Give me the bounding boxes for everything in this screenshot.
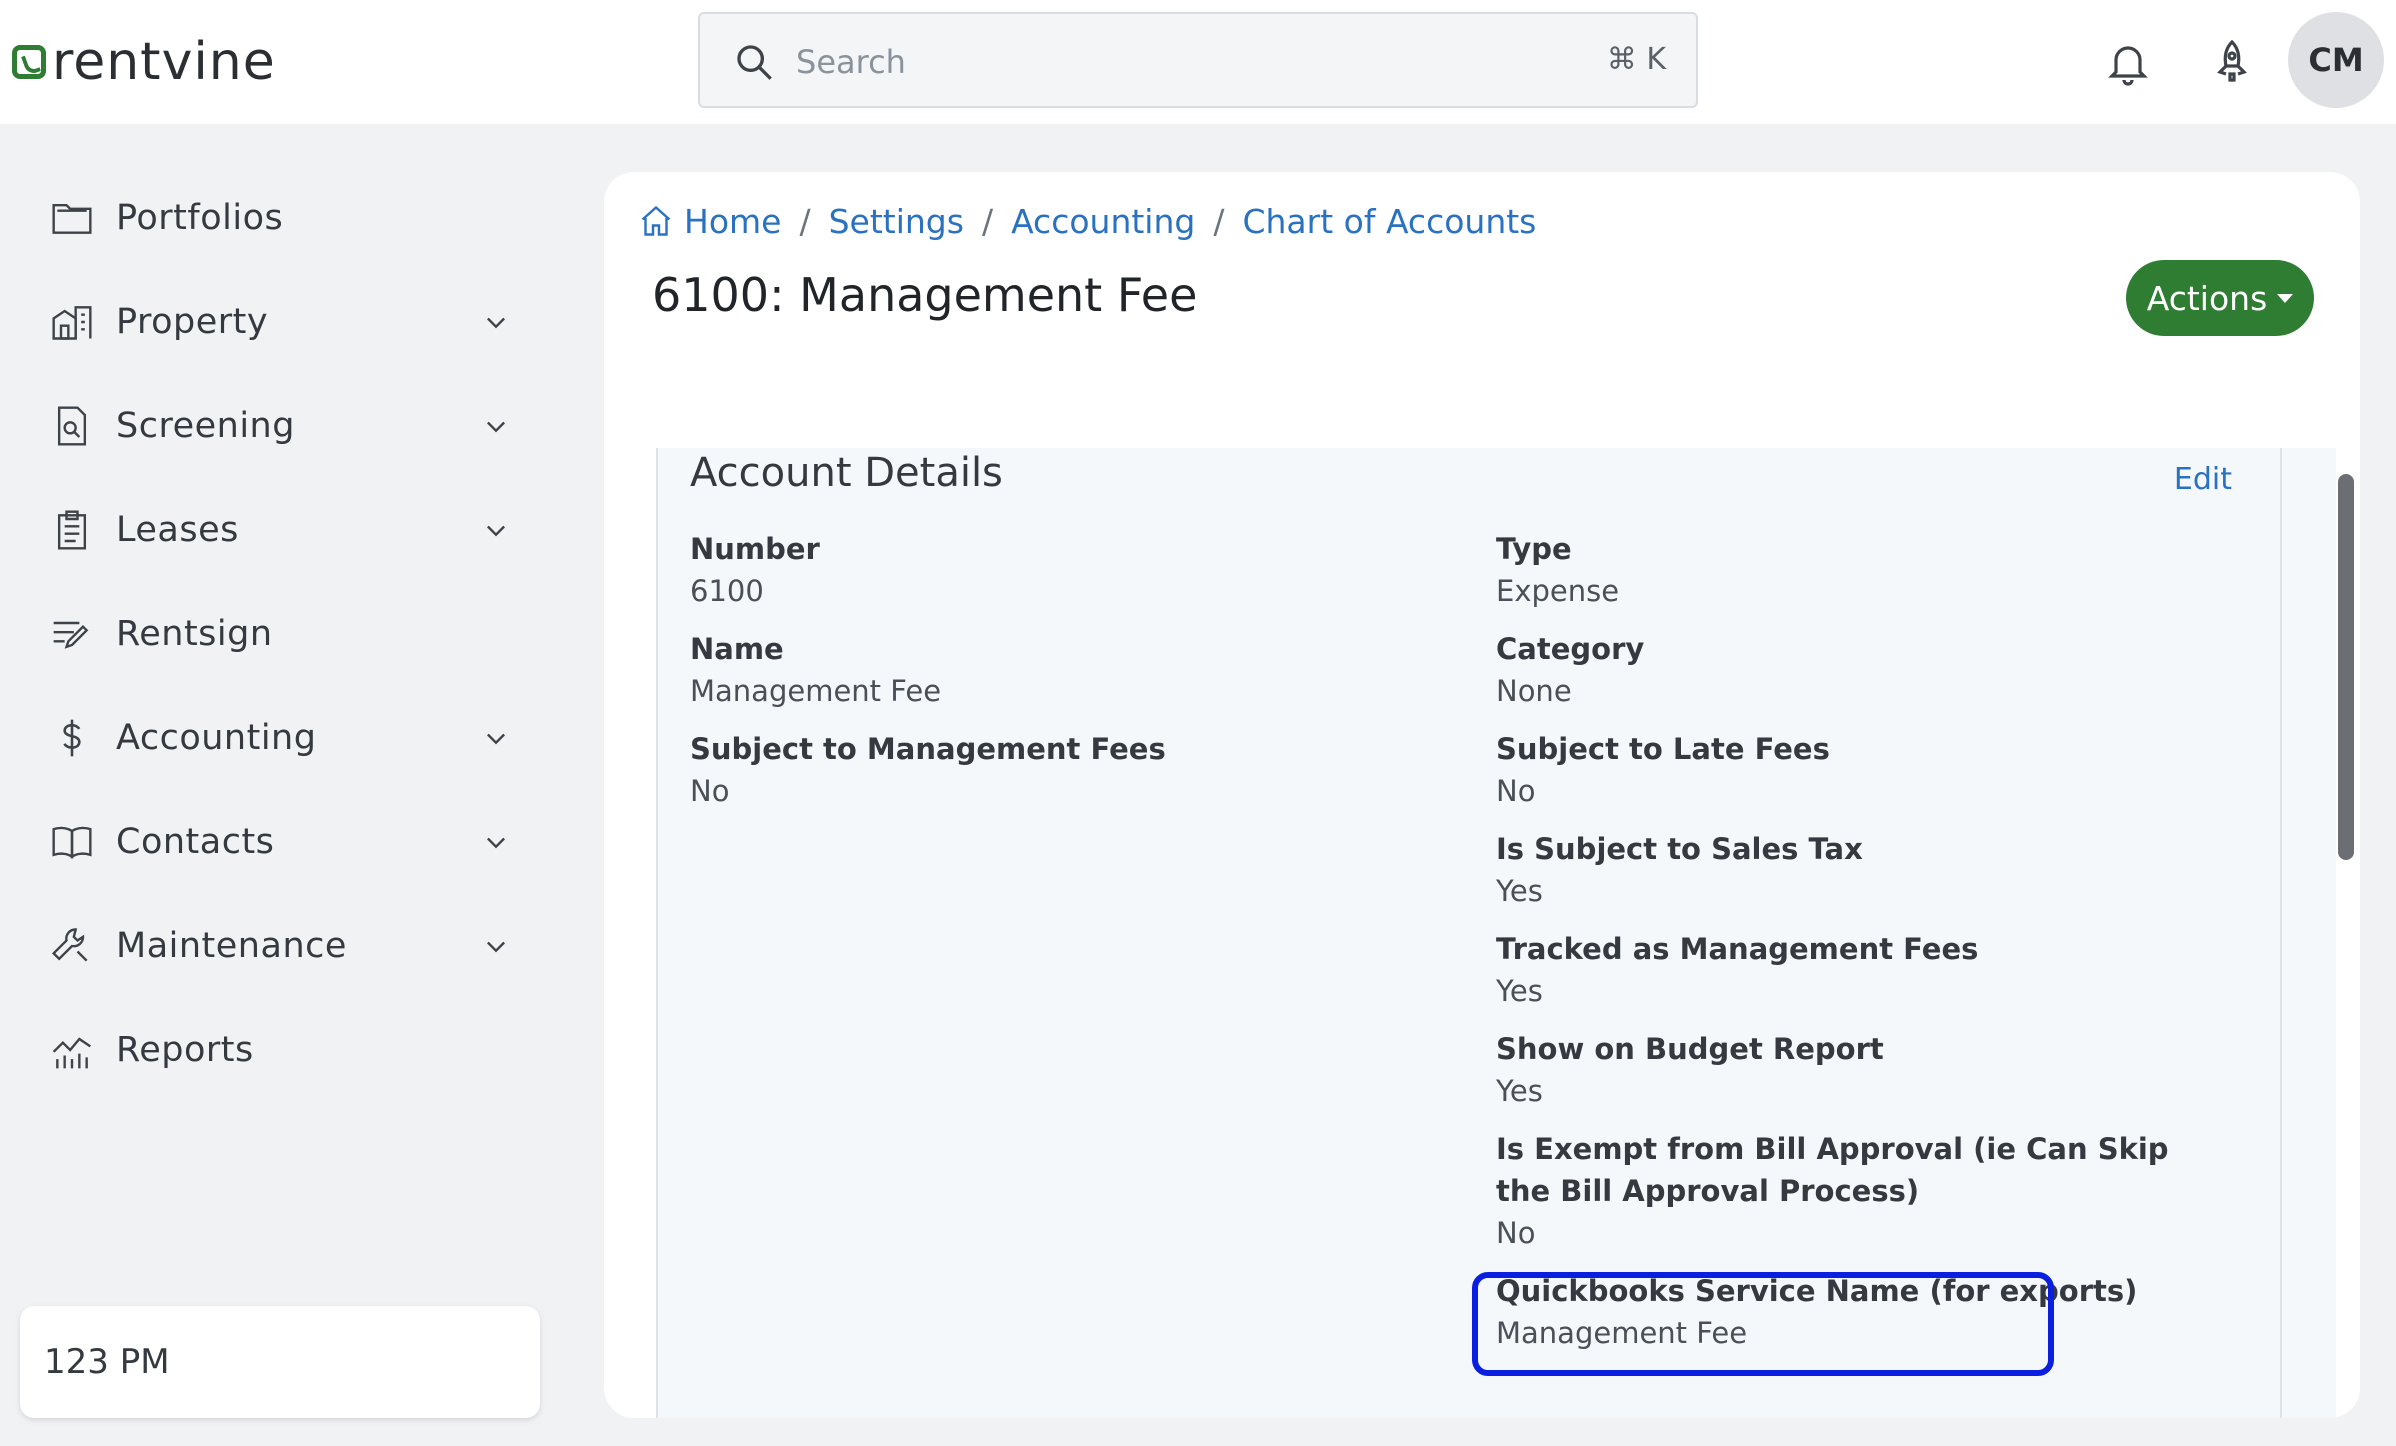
chevron-down-icon[interactable] bbox=[482, 724, 510, 752]
field-value: No bbox=[1496, 774, 1536, 808]
field-label: Type bbox=[1496, 532, 1572, 566]
breadcrumb-settings[interactable]: Settings bbox=[829, 202, 964, 241]
field-label: Is Exempt from Bill Approval (ie Can Ski… bbox=[1496, 1132, 2169, 1208]
home-icon[interactable] bbox=[638, 203, 674, 239]
chevron-down-icon[interactable] bbox=[482, 308, 510, 336]
sidebar-item-label: Rentsign bbox=[116, 614, 273, 654]
chart-icon bbox=[52, 1037, 91, 1069]
search-bar[interactable]: ⌘ K bbox=[698, 12, 1698, 108]
field-value: Management Fee bbox=[690, 674, 942, 708]
field-tracked-management-fees: Tracked as Management Fees Yes bbox=[1496, 928, 2256, 1012]
chevron-down-icon[interactable] bbox=[482, 828, 510, 856]
field-label: Number bbox=[690, 532, 820, 566]
field-value: Yes bbox=[1496, 874, 1543, 908]
field-label: Subject to Management Fees bbox=[690, 732, 1166, 766]
sidebar-item-contacts[interactable]: Contacts bbox=[50, 802, 520, 882]
edit-link[interactable]: Edit bbox=[2174, 462, 2232, 497]
field-label: Show on Budget Report bbox=[1496, 1032, 1884, 1066]
search-icon bbox=[737, 45, 772, 80]
sidebar-item-label: Property bbox=[116, 302, 269, 342]
field-label: Category bbox=[1496, 632, 1645, 666]
field-bill-approval-exempt: Is Exempt from Bill Approval (ie Can Ski… bbox=[1496, 1128, 2216, 1254]
highlight-box bbox=[1472, 1272, 2054, 1376]
field-type: Type Expense bbox=[1496, 528, 2256, 612]
logo-text: rentvine bbox=[52, 32, 276, 92]
field-name: Name Management Fee bbox=[690, 628, 1450, 712]
sidebar-item-portfolios[interactable]: Portfolios bbox=[50, 178, 520, 258]
avatar[interactable]: CM bbox=[2288, 12, 2384, 108]
breadcrumb-chart-of-accounts[interactable]: Chart of Accounts bbox=[1242, 202, 1536, 241]
page-title: 6100: Management Fee bbox=[652, 268, 1198, 322]
field-subject-to-late-fees: Subject to Late Fees No bbox=[1496, 728, 2256, 812]
chevron-down-icon[interactable] bbox=[482, 516, 510, 544]
field-category: Category None bbox=[1496, 628, 2256, 712]
company-switcher[interactable]: 123 PM bbox=[20, 1306, 540, 1418]
top-bar: rentvine ⌘ K CM bbox=[0, 0, 2396, 124]
search-input[interactable] bbox=[796, 36, 1536, 88]
sidebar-item-maintenance[interactable]: Maintenance bbox=[50, 906, 520, 986]
breadcrumb-home[interactable]: Home bbox=[684, 202, 781, 241]
leaf-logo-icon bbox=[12, 45, 46, 79]
field-value: None bbox=[1496, 674, 1572, 708]
field-label: Tracked as Management Fees bbox=[1496, 932, 1979, 966]
sidebar: Portfolios Property Screening Leases Ren… bbox=[0, 124, 560, 1446]
sidebar-item-label: Reports bbox=[116, 1030, 254, 1070]
breadcrumb-separator: / bbox=[981, 201, 994, 241]
dollar-icon bbox=[63, 719, 81, 757]
field-value: Expense bbox=[1496, 574, 1620, 608]
sidebar-item-accounting[interactable]: Accounting bbox=[50, 698, 520, 778]
field-label: Subject to Late Fees bbox=[1496, 732, 1830, 766]
sidebar-item-label: Accounting bbox=[116, 718, 317, 758]
actions-label: Actions bbox=[2146, 278, 2268, 318]
breadcrumb-separator: / bbox=[1213, 201, 1225, 241]
field-label: Name bbox=[690, 632, 784, 666]
chevron-down-icon[interactable] bbox=[482, 412, 510, 440]
field-value: Yes bbox=[1496, 1074, 1543, 1108]
chevron-down-icon[interactable] bbox=[482, 932, 510, 960]
breadcrumb: Home / Settings / Accounting / Chart of … bbox=[638, 196, 1536, 246]
field-value: 6100 bbox=[690, 574, 764, 608]
sign-pen-icon bbox=[53, 621, 89, 649]
field-value: No bbox=[690, 774, 730, 808]
scrollbar-thumb[interactable] bbox=[2338, 474, 2354, 860]
main-panel: Home / Settings / Accounting / Chart of … bbox=[604, 172, 2360, 1418]
bell-icon[interactable] bbox=[2104, 38, 2152, 86]
clipboard-icon bbox=[57, 510, 87, 550]
folder-icon bbox=[52, 203, 92, 234]
sidebar-item-reports[interactable]: Reports bbox=[50, 1010, 520, 1090]
sidebar-item-label: Maintenance bbox=[116, 926, 347, 966]
field-number: Number 6100 bbox=[690, 528, 1450, 612]
actions-button[interactable]: Actions bbox=[2126, 260, 2314, 336]
field-budget-report: Show on Budget Report Yes bbox=[1496, 1028, 2256, 1112]
sidebar-item-label: Portfolios bbox=[116, 198, 284, 238]
caret-down-icon bbox=[2277, 293, 2294, 303]
sidebar-item-label: Contacts bbox=[116, 822, 275, 862]
sidebar-item-rentsign[interactable]: Rentsign bbox=[50, 594, 520, 674]
field-sales-tax: Is Subject to Sales Tax Yes bbox=[1496, 828, 2256, 912]
field-label: Is Subject to Sales Tax bbox=[1496, 832, 1863, 866]
search-shortcut: ⌘ K bbox=[1606, 42, 1666, 77]
sidebar-item-leases[interactable]: Leases bbox=[50, 490, 520, 570]
breadcrumb-accounting[interactable]: Accounting bbox=[1011, 202, 1195, 241]
sidebar-item-label: Screening bbox=[116, 406, 295, 446]
wrench-icon bbox=[51, 928, 88, 962]
card-title: Account Details bbox=[690, 450, 1003, 496]
breadcrumb-separator: / bbox=[799, 201, 811, 241]
building-icon bbox=[52, 306, 92, 340]
field-value: No bbox=[1496, 1216, 1536, 1250]
field-subject-to-management-fees: Subject to Management Fees No bbox=[690, 728, 1450, 812]
sidebar-item-label: Leases bbox=[116, 510, 239, 550]
sidebar-item-property[interactable]: Property bbox=[50, 282, 520, 362]
rocket-icon[interactable] bbox=[2208, 38, 2256, 86]
document-search-icon bbox=[57, 406, 87, 446]
field-value: Yes bbox=[1496, 974, 1543, 1008]
logo[interactable]: rentvine bbox=[12, 30, 276, 94]
sidebar-item-screening[interactable]: Screening bbox=[50, 386, 520, 466]
book-icon bbox=[52, 826, 92, 859]
